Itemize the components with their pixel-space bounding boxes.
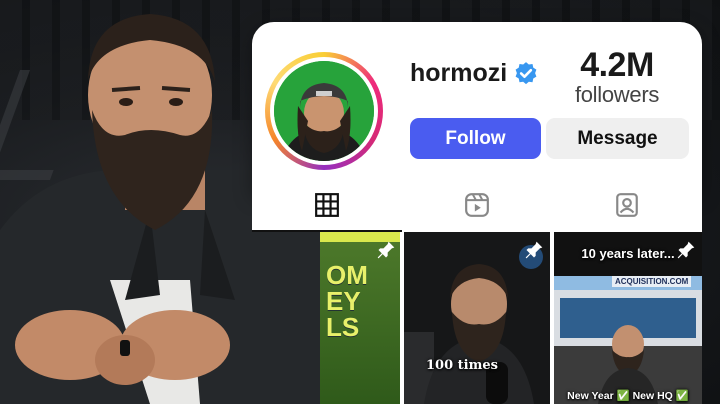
post-caption-bottom: New Year ✅ New HQ ✅: [567, 390, 689, 402]
avatar-story-ring[interactable]: [265, 52, 383, 170]
pin-icon: [377, 241, 395, 259]
followers-count[interactable]: 4.2M: [562, 46, 672, 85]
verified-badge-icon: [515, 62, 537, 85]
follow-button[interactable]: Follow: [410, 118, 541, 159]
message-button[interactable]: Message: [546, 118, 689, 159]
avatar-photo: [274, 61, 374, 161]
post-caption: 100 times: [426, 358, 498, 373]
post-sign-text: ACQUISITION.COM: [612, 276, 692, 287]
post-tile[interactable]: OM EY LS: [320, 232, 400, 404]
avatar: [274, 61, 374, 161]
pin-icon: [677, 241, 695, 259]
username[interactable]: hormozi: [410, 59, 507, 88]
pin-icon: [525, 241, 543, 259]
followers-label[interactable]: followers: [562, 82, 672, 108]
grid-icon[interactable]: [314, 192, 340, 218]
tagged-icon[interactable]: [614, 192, 640, 218]
profile-tabs: [252, 178, 702, 232]
reels-icon[interactable]: [464, 192, 490, 218]
post-tile[interactable]: 10 years later... ACQUISITION.COM New Ye…: [554, 232, 702, 404]
post-thumbnail-text: OM EY LS: [326, 260, 368, 342]
post-tile[interactable]: 100 times: [404, 232, 550, 404]
posts-grid: OM EY LS 100 times 10 years later... ACQ…: [320, 232, 702, 404]
